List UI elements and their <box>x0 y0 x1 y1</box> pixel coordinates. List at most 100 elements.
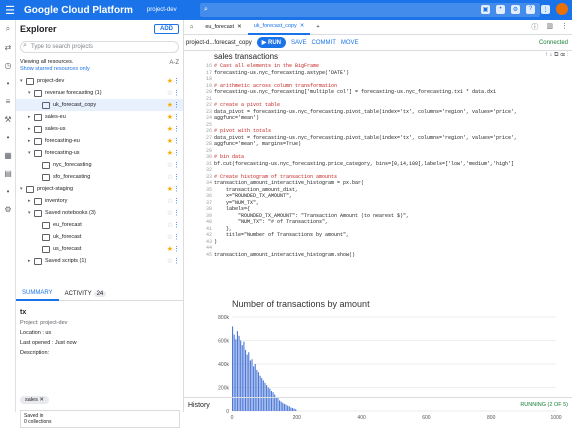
resource-icon <box>34 209 42 217</box>
add-button[interactable]: ADD <box>154 23 179 34</box>
resource-icon <box>42 221 50 229</box>
project-selector[interactable]: project-dev <box>147 7 177 13</box>
y-tick-label: 400k <box>218 362 229 368</box>
list-nav-icon[interactable]: ≡ <box>0 92 16 110</box>
more-icon[interactable]: ⋮ <box>173 125 180 133</box>
cloud-shell-icon[interactable]: ▣ <box>481 4 490 14</box>
more-icon[interactable]: ⋮ <box>173 149 180 157</box>
menu-icon[interactable]: ☰ <box>0 4 20 17</box>
more-icon[interactable]: ⋮ <box>173 101 180 109</box>
settings-icon[interactable]: ⚙ <box>511 4 520 14</box>
tree-item[interactable]: ▸ inventory ☆ ⋮ <box>16 195 183 207</box>
connection-status: Connected <box>538 39 568 46</box>
more-icon[interactable]: ⋮ <box>173 233 180 241</box>
more-icon[interactable]: ⋮ <box>173 137 180 145</box>
more-icon[interactable]: ⋮ <box>561 22 568 32</box>
tree-item[interactable]: uk_forecast ☆ ⋮ <box>16 231 183 243</box>
tab-eu-forecast-label: eu_forecast <box>205 24 235 30</box>
tab-uk-forecast-copy[interactable]: uk_forecast_copy ✕ <box>247 20 311 35</box>
tree-item[interactable]: ▸ forecasting-eu ★ ⋮ <box>16 135 183 147</box>
run-button[interactable]: ▶ RUN <box>256 37 286 48</box>
tree-item-label: revenue forecasting (1) <box>45 90 102 96</box>
main-panel: ⌂ eu_forecast ✕ uk_forecast_copy ✕ + ⓘ ▥ ⋮… <box>184 20 572 421</box>
schedule-nav-icon[interactable]: ◷ <box>0 56 16 74</box>
tree-item[interactable]: ▸ sales-eu ★ ⋮ <box>16 111 183 123</box>
search-projects-input[interactable]: Type to search projects <box>20 41 179 53</box>
wrench-nav-icon[interactable]: ⚒ <box>0 110 16 128</box>
tab-activity[interactable]: ACTIVITY 24 <box>59 287 113 301</box>
tab-eu-forecast[interactable]: eu_forecast ✕ <box>199 20 247 35</box>
more-icon[interactable]: ⋮ <box>173 185 180 193</box>
history-label[interactable]: History <box>188 402 210 409</box>
sort-button[interactable]: A-Z <box>169 60 179 67</box>
tree-item-label: eu_forecast <box>53 222 82 228</box>
tree-item[interactable]: ▾ revenue forecasting (1) ☆ ⋮ <box>16 87 183 99</box>
tree-item[interactable]: ▸ sales-us ★ ⋮ <box>16 123 183 135</box>
tree-item[interactable]: ▸ Saved scripts (1) ☆ ⋮ <box>16 255 183 267</box>
new-tab-button[interactable]: + <box>310 20 325 35</box>
layout-icon[interactable]: ▥ <box>546 22 553 32</box>
dot-nav-icon-2[interactable]: • <box>0 128 16 146</box>
tree-item[interactable]: ▾ project-dev ★ ⋮ <box>16 75 183 87</box>
tree-item-label: sfo_forecasting <box>53 174 91 180</box>
help-icon[interactable]: ? <box>526 4 535 14</box>
home-tab[interactable]: ⌂ <box>184 20 199 35</box>
more-icon[interactable]: ⋮ <box>173 161 180 169</box>
close-icon[interactable]: ✕ <box>300 23 305 29</box>
close-icon[interactable]: ✕ <box>237 24 242 30</box>
editor-tabbar: ⌂ eu_forecast ✕ uk_forecast_copy ✕ + ⓘ ▥ ⋮ <box>184 20 572 35</box>
info-icon[interactable]: ⓘ <box>531 22 538 32</box>
save-button[interactable]: SAVE <box>291 40 307 46</box>
settings-nav-icon[interactable]: ⚙ <box>0 200 16 218</box>
more-icon[interactable]: ⋮ <box>173 209 180 217</box>
tree-item-label: sales-us <box>45 126 66 132</box>
notifications-icon[interactable]: • <box>496 4 505 14</box>
explorer-nav-icon[interactable]: ⌕ <box>0 20 16 38</box>
more-icon[interactable]: ⋮ <box>173 89 180 97</box>
show-starred-link[interactable]: Show starred resources only <box>20 66 179 73</box>
tabbar-right-icons: ⓘ ▥ ⋮ <box>531 22 572 32</box>
tree-item[interactable]: nyc_forecasting ☆ ⋮ <box>16 159 183 171</box>
explorer-panel: Explorer ADD Type to search projects Vie… <box>16 20 184 428</box>
more-icon[interactable]: ⋮ <box>173 197 180 205</box>
resource-icon <box>42 161 50 169</box>
detail-last-opened: Last opened : Just now <box>20 340 77 346</box>
tree-item-label: nyc_forecasting <box>53 162 92 168</box>
saved-in-select[interactable]: Saved in 0 collections <box>20 410 180 428</box>
tree-item[interactable]: ▾ forecasting-us ★ ⋮ <box>16 147 183 159</box>
grid-nav-icon[interactable]: ▦ <box>0 146 16 164</box>
move-button[interactable]: MOVE <box>341 40 359 46</box>
tree-item[interactable]: ▾ project-staging ★ ⋮ <box>16 183 183 195</box>
label-chip[interactable]: sales ✕ <box>20 396 49 404</box>
transfer-nav-icon[interactable]: ⇄ <box>0 38 16 56</box>
resource-icon <box>34 137 42 145</box>
tree-item[interactable]: sfo_forecasting ☆ ⋮ <box>16 171 183 183</box>
db-nav-icon[interactable]: ▤ <box>0 164 16 182</box>
more-icon[interactable]: ⋮ <box>173 245 180 253</box>
activity-count-badge: 24 <box>93 290 107 297</box>
more-icon[interactable]: ⋮ <box>173 257 180 265</box>
tree-item[interactable]: ▾ Saved notebooks (3) ☆ ⋮ <box>16 207 183 219</box>
commit-button[interactable]: COMMIT <box>312 40 336 46</box>
tree-item[interactable]: uk_forecast_copy ★ ⋮ <box>16 99 183 111</box>
detail-project: Project: project-dev <box>20 320 68 326</box>
tree-item[interactable]: us_forecast ★ ⋮ <box>16 243 183 255</box>
cell-controls[interactable]: ↑ ↓ ⧉ ⌫ ⋮ <box>545 52 568 59</box>
tree-item-label: us_forecast <box>53 246 82 252</box>
more-icon[interactable]: ⋮ <box>173 113 180 121</box>
dot-nav-icon-3[interactable]: • <box>0 182 16 200</box>
tree-item[interactable]: eu_forecast ☆ ⋮ <box>16 219 183 231</box>
more-icon[interactable]: ⋮ <box>173 77 180 85</box>
tree-item-label: project-dev <box>37 78 65 84</box>
avatar[interactable] <box>556 3 568 15</box>
code-editor[interactable]: # Cast all elements in the BigFrame forec… <box>214 63 517 258</box>
more-icon[interactable]: ⋮ <box>541 4 550 14</box>
code-line: bf.cut(forecasting-us.nyc_forecasting.pr… <box>214 160 515 167</box>
tree-item-label: project-staging <box>37 186 74 192</box>
running-status[interactable]: RUNNING (2 OF 5) <box>520 402 572 408</box>
dot-nav-icon[interactable]: • <box>0 74 16 92</box>
code-line: forecasting-us.nyc_forecasting['multiple… <box>214 89 497 95</box>
more-icon[interactable]: ⋮ <box>173 221 180 229</box>
more-icon[interactable]: ⋮ <box>173 173 180 181</box>
tab-summary[interactable]: SUMMARY <box>16 287 59 301</box>
